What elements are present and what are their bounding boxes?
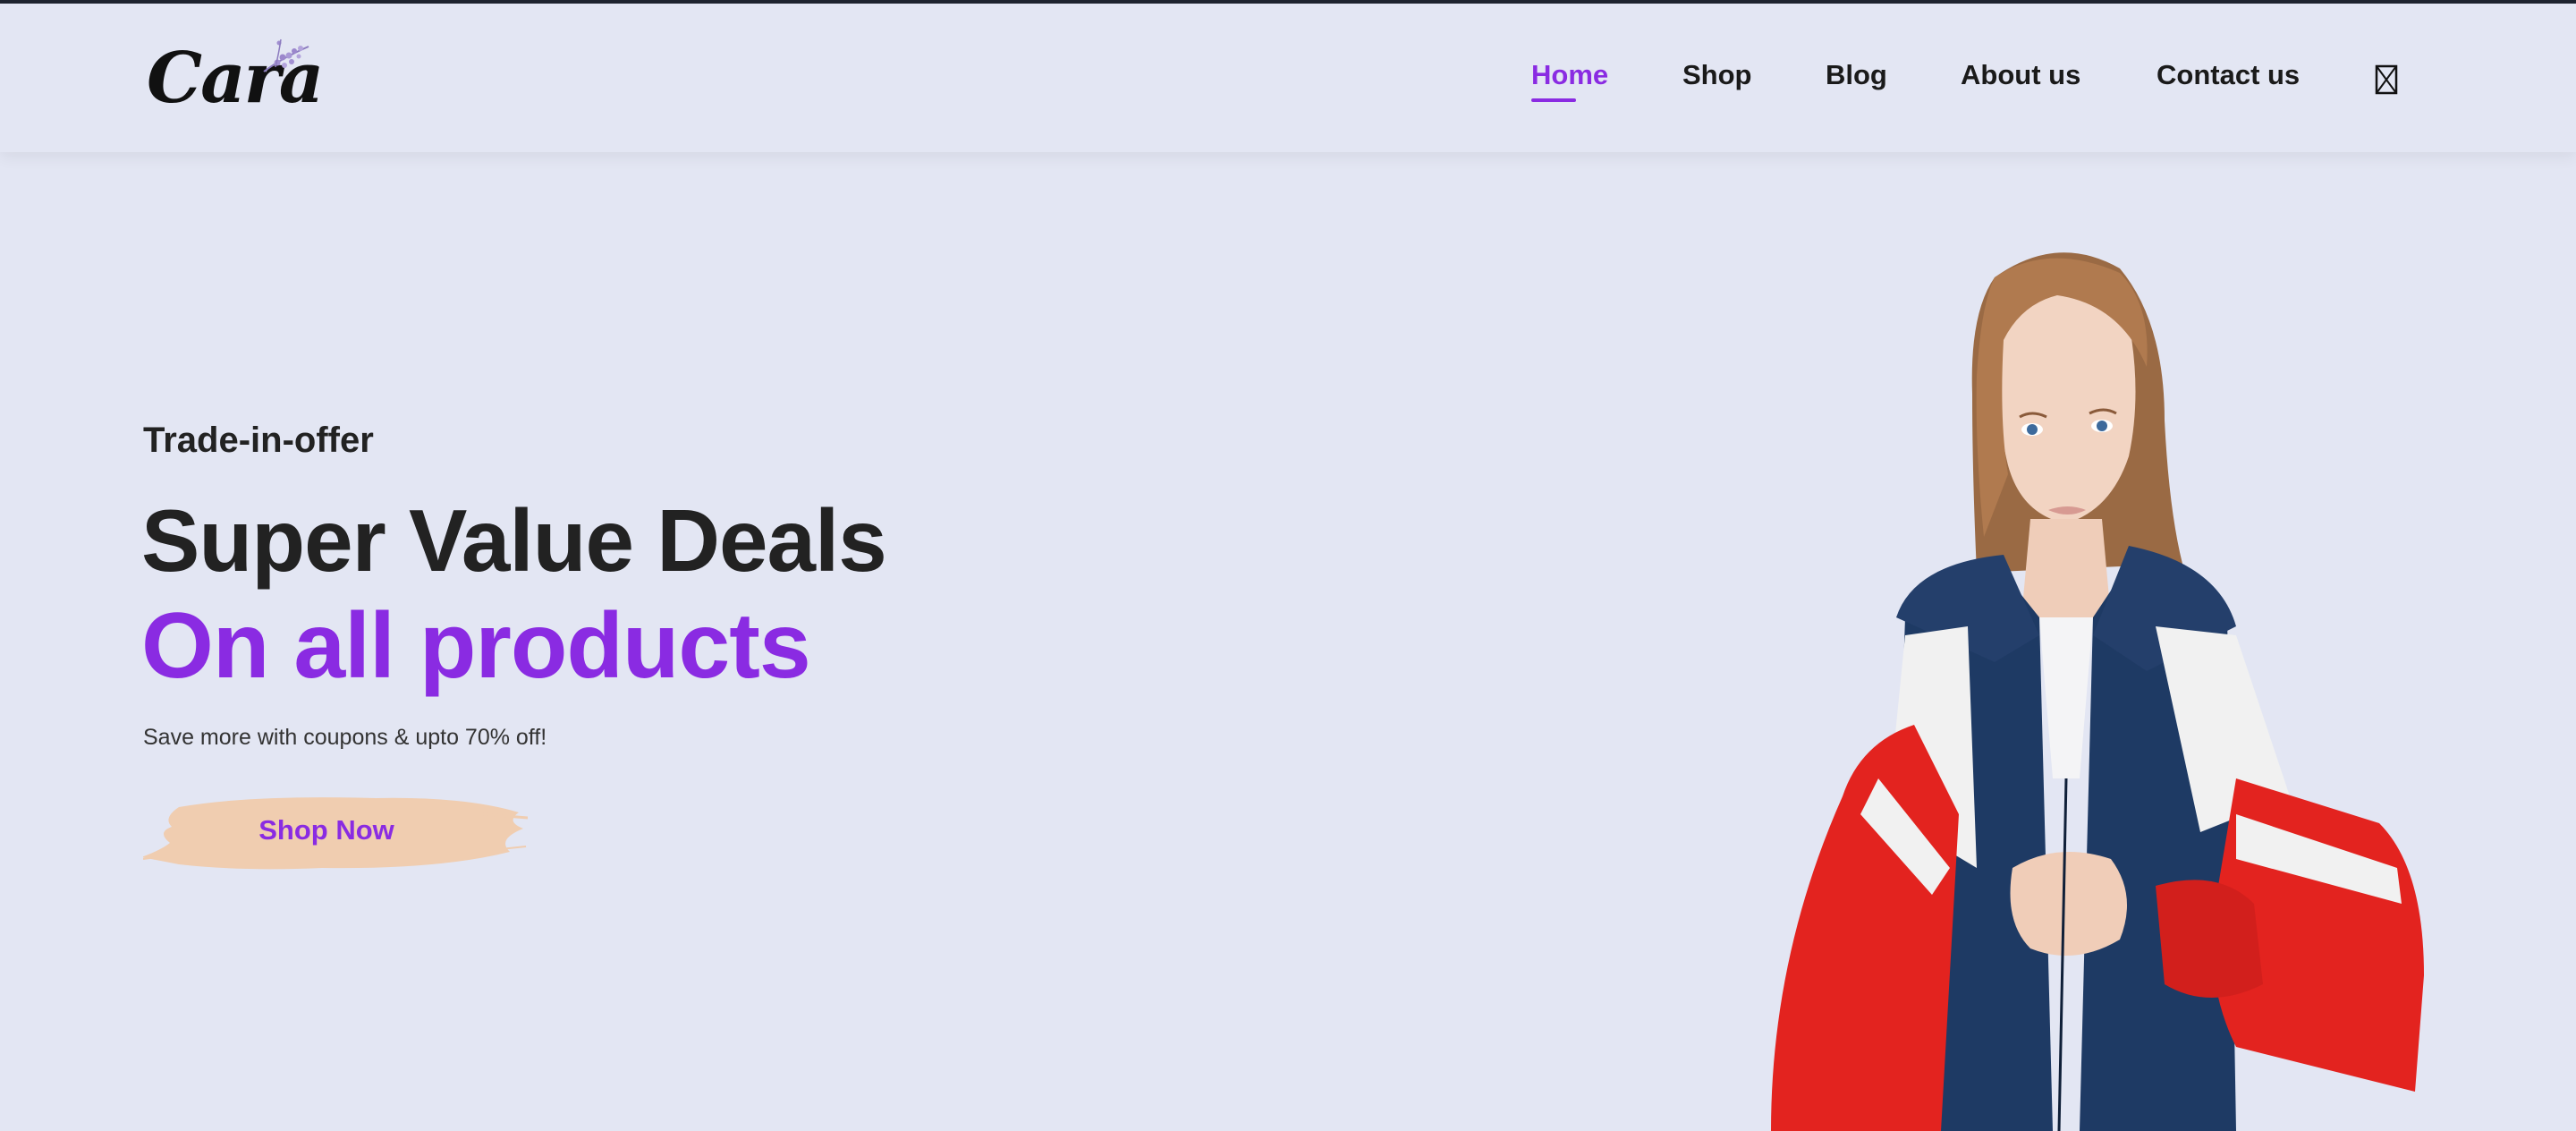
shop-now-label: Shop Now [258,814,394,846]
main-nav: Home Shop Blog About us Contact us [0,59,2576,113]
nav-about-us[interactable]: About us [1961,59,2080,91]
hero-headline: Super Value Deals [141,491,887,590]
hero-headline-accent: On all products [141,594,811,698]
nav-home[interactable]: Home [1531,59,1608,91]
shop-now-button[interactable]: Shop Now [143,787,528,877]
active-nav-underline [1531,98,1576,102]
hero-eyebrow: Trade-in-offer [143,421,374,460]
nav-shop[interactable]: Shop [1682,59,1752,91]
hero-subtext: Save more with coupons & upto 70% off! [143,725,547,750]
nav-blog[interactable]: Blog [1826,59,1887,91]
nav-contact-us[interactable]: Contact us [2157,59,2300,91]
hero-model-image [1771,252,2424,1131]
site-header: Cara Home Shop Blog About us Contact us [0,4,2576,152]
shopping-bag-icon[interactable] [2375,64,2398,95]
